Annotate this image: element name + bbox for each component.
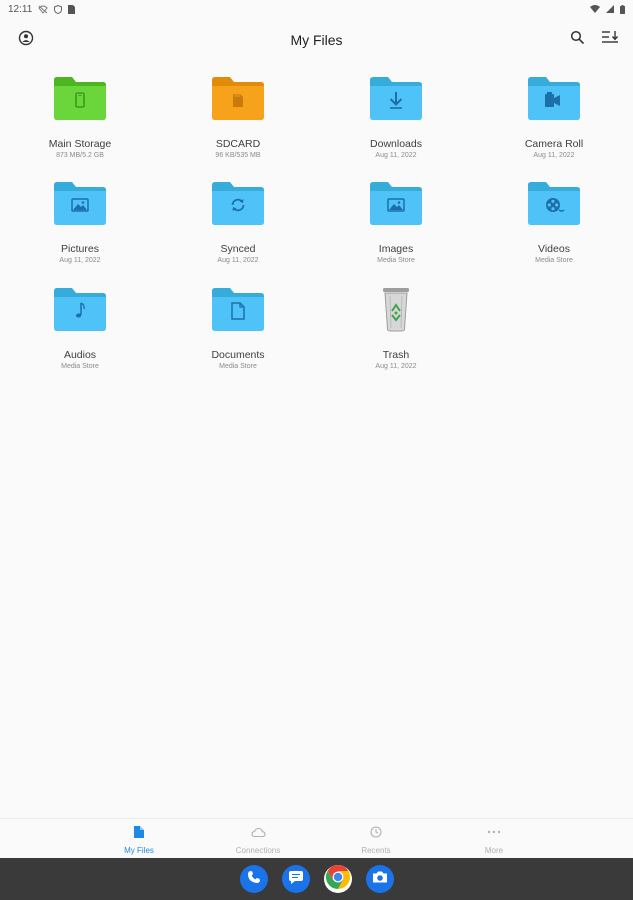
folder-subtitle: Media Store — [219, 363, 257, 370]
status-time: 12:11 — [8, 3, 33, 15]
camera-app-icon — [372, 870, 388, 889]
folder-name: Camera Roll — [524, 138, 584, 150]
folder-icon — [210, 74, 266, 122]
nav-my-files[interactable]: My Files — [94, 825, 184, 855]
folder-icon — [368, 179, 424, 227]
folder-name: Pictures — [61, 243, 99, 255]
wifi-icon — [590, 5, 600, 13]
app-bar: My Files — [0, 18, 633, 62]
folder-name: Audios — [63, 349, 97, 361]
clock-icon — [370, 825, 382, 843]
folder-name: SDCARD — [215, 138, 261, 150]
folder-icon — [368, 74, 424, 122]
page-title: My Files — [290, 32, 343, 48]
nav-label: Recents — [361, 846, 391, 855]
folder-item-audios[interactable]: Audios Media Store — [20, 285, 140, 370]
search-button[interactable] — [565, 28, 589, 52]
folder-subtitle: Aug 11, 2022 — [375, 363, 417, 370]
folder-name: Trash — [382, 349, 410, 361]
account-button[interactable] — [14, 28, 38, 52]
bottom-navigation: My Files Connections Recents More — [0, 818, 633, 858]
phone-app-button[interactable] — [240, 865, 268, 893]
folder-icon — [526, 74, 582, 122]
folder-name: Documents — [211, 349, 265, 361]
folder-item-videos[interactable]: Videos Media Store — [494, 179, 614, 264]
folder-icon — [52, 74, 108, 122]
folder-name: Main Storage — [48, 138, 112, 150]
folder-item-images[interactable]: Images Media Store — [336, 179, 456, 264]
folder-item-sdcard[interactable]: SDCARD 96 KB/535 MB — [178, 74, 298, 159]
nav-connections[interactable]: Connections — [213, 825, 303, 855]
messages-app-button[interactable] — [282, 865, 310, 893]
folder-item-camera-roll[interactable]: Camera Roll Aug 11, 2022 — [494, 74, 614, 159]
sort-button[interactable] — [598, 28, 622, 52]
battery-icon — [620, 4, 625, 14]
folder-item-documents[interactable]: Documents Media Store — [178, 285, 298, 370]
camera-app-button[interactable] — [366, 865, 394, 893]
wifi-off-icon — [38, 5, 48, 14]
folder-item-synced[interactable]: Synced Aug 11, 2022 — [178, 179, 298, 264]
folder-subtitle: Aug 11, 2022 — [217, 257, 259, 264]
folder-subtitle: Media Store — [61, 363, 99, 370]
folder-icon — [526, 179, 582, 227]
more-dots-icon — [486, 825, 502, 843]
phone-app-icon — [247, 870, 261, 889]
folder-subtitle: Aug 11, 2022 — [59, 257, 101, 264]
trash-icon — [368, 285, 424, 333]
sim-card-icon — [68, 4, 76, 14]
folder-item-downloads[interactable]: Downloads Aug 11, 2022 — [336, 74, 456, 159]
folder-subtitle: Aug 11, 2022 — [375, 152, 417, 159]
search-icon — [570, 30, 585, 50]
folder-subtitle: 96 KB/535 MB — [215, 152, 261, 159]
account-icon — [18, 30, 34, 51]
folder-name: Downloads — [370, 138, 422, 150]
shield-icon — [54, 4, 63, 14]
folder-subtitle: 873 MB/5.2 GB — [56, 152, 104, 159]
folder-subtitle: Aug 11, 2022 — [533, 152, 575, 159]
folder-name: Images — [378, 243, 414, 255]
file-icon — [134, 825, 144, 843]
nav-label: Connections — [235, 846, 281, 855]
nav-recents[interactable]: Recents — [331, 825, 421, 855]
signal-icon — [606, 5, 614, 13]
folder-subtitle: Media Store — [377, 257, 415, 264]
nav-more[interactable]: More — [449, 825, 539, 855]
messages-app-icon — [288, 870, 304, 889]
status-bar: 12:11 — [0, 0, 633, 18]
system-dock — [0, 858, 633, 900]
folder-item-pictures[interactable]: Pictures Aug 11, 2022 — [20, 179, 140, 264]
nav-label: My Files — [124, 846, 154, 855]
folder-icon — [210, 285, 266, 333]
chrome-app-button[interactable] — [324, 864, 352, 895]
folder-item-trash[interactable]: Trash Aug 11, 2022 — [336, 285, 456, 370]
folder-item-main-storage[interactable]: Main Storage 873 MB/5.2 GB — [20, 74, 140, 159]
cloud-icon — [250, 825, 266, 843]
folder-icon — [210, 179, 266, 227]
folder-icon — [52, 285, 108, 333]
chrome-app-icon — [325, 864, 351, 895]
folder-icon — [52, 179, 108, 227]
sort-icon — [601, 30, 619, 50]
folder-subtitle: Media Store — [535, 257, 573, 264]
folder-name: Videos — [538, 243, 570, 255]
nav-label: More — [484, 846, 504, 855]
folder-name: Synced — [220, 243, 256, 255]
